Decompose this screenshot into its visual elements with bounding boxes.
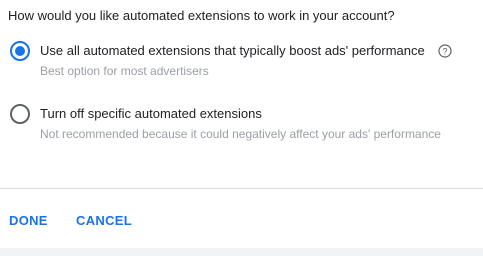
divider [0, 188, 483, 189]
cancel-button[interactable]: CANCEL [76, 213, 132, 228]
option-label: Turn off specific automated extensions [40, 106, 262, 121]
automated-extensions-panel: How would you like automated extensions … [0, 0, 483, 248]
page-background-strip [0, 248, 483, 256]
question-heading: How would you like automated extensions … [8, 8, 395, 23]
done-button[interactable]: DONE [9, 213, 48, 228]
radio-unselected-icon[interactable] [10, 104, 30, 124]
help-circle-icon[interactable]: ? [438, 44, 452, 58]
svg-text:?: ? [442, 46, 447, 56]
radio-selected-icon[interactable] [10, 41, 30, 61]
option-label: Use all automated extensions that typica… [40, 43, 425, 58]
option-description: Best option for most advertisers [40, 64, 209, 78]
option-description: Not recommended because it could negativ… [40, 127, 441, 141]
